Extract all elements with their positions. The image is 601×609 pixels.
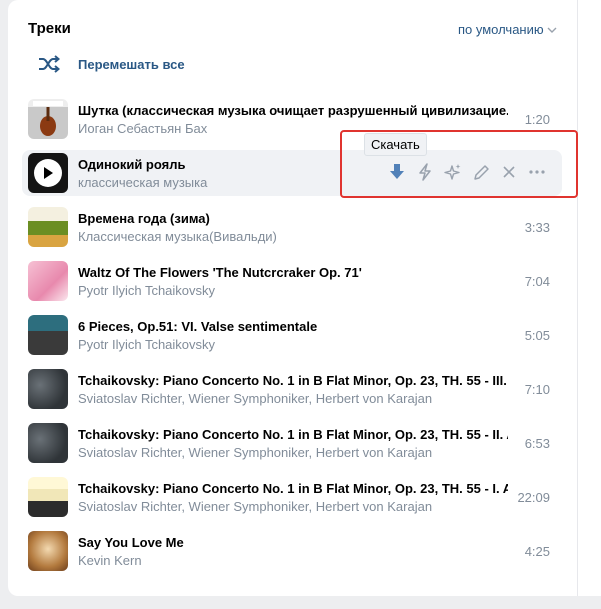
play-button[interactable] [34,159,62,187]
track-title[interactable]: Say You Love Me [78,535,508,550]
scrollbar-track[interactable] [577,0,578,596]
track-duration: 3:33 [524,220,550,235]
album-cover [28,369,68,409]
track-duration: 5:05 [524,328,550,343]
album-cover [28,477,68,517]
album-cover [28,261,68,301]
album-cover [28,423,68,463]
shuffle-button[interactable] [38,55,60,73]
track-artist[interactable]: Pyotr Ilyich Tchaikovsky [78,337,508,352]
download-tooltip: Скачать [364,133,427,156]
sort-label: по умолчанию [458,22,544,37]
track-title[interactable]: Waltz Of The Flowers 'The Nutcrcraker Op… [78,265,508,280]
track-artist[interactable]: Классическая музыка(Вивальди) [78,229,508,244]
album-cover [28,207,68,247]
track-duration: 7:04 [524,274,550,289]
track-title[interactable]: Времена года (зима) [78,211,508,226]
track-row[interactable]: Tchaikovsky: Piano Concerto No. 1 in B F… [22,366,562,412]
chevron-down-icon [547,27,557,33]
play-icon [44,167,53,179]
shuffle-icon [39,55,60,73]
track-title[interactable]: Tchaikovsky: Piano Concerto No. 1 in B F… [78,481,508,496]
album-cover [28,99,68,139]
sort-dropdown[interactable]: по умолчанию [458,22,557,37]
track-title[interactable]: 6 Pieces, Op.51: VI. Valse sentimentale [78,319,508,334]
violin-image [33,101,63,136]
section-title: Треки [28,20,71,37]
track-artist[interactable]: Sviatoslav Richter, Wiener Symphoniker, … [78,499,508,514]
album-cover [28,531,68,571]
track-duration: 6:53 [524,436,550,451]
track-row[interactable]: Waltz Of The Flowers 'The Nutcrcraker Op… [22,258,562,304]
track-duration: 22:09 [517,490,550,505]
track-title[interactable]: Шутка (классическая музыка очищает разру… [78,103,508,118]
track-row[interactable]: 6 Pieces, Op.51: VI. Valse sentimentale … [22,312,562,358]
track-artist[interactable]: Sviatoslav Richter, Wiener Symphoniker, … [78,391,508,406]
track-duration: 1:20 [524,112,550,127]
track-duration: 4:25 [524,544,550,559]
track-title[interactable]: Tchaikovsky: Piano Concerto No. 1 in B F… [78,427,508,442]
track-title[interactable]: Tchaikovsky: Piano Concerto No. 1 in B F… [78,373,508,388]
shuffle-label[interactable]: Перемешать все [78,57,185,72]
track-duration: 7:10 [524,382,550,397]
track-row[interactable]: Tchaikovsky: Piano Concerto No. 1 in B F… [22,420,562,466]
track-row[interactable]: Say You Love Me Kevin Kern 4:25 [22,528,562,574]
track-artist[interactable]: Pyotr Ilyich Tchaikovsky [78,283,508,298]
track-artist[interactable]: Sviatoslav Richter, Wiener Symphoniker, … [78,445,508,460]
album-cover [28,315,68,355]
track-row[interactable]: Tchaikovsky: Piano Concerto No. 1 in B F… [22,474,562,520]
track-row[interactable]: Времена года (зима) Классическая музыка(… [22,204,562,250]
track-artist[interactable]: Kevin Kern [78,553,508,568]
